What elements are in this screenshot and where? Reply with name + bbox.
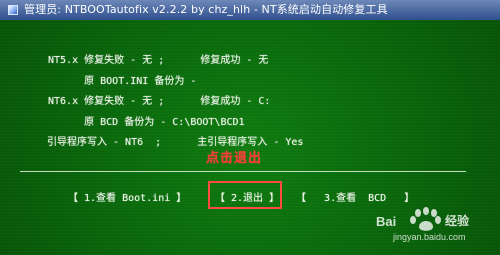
watermark-brand-suffix: 经验 — [445, 213, 470, 228]
watermark-url: jingyan.baidu.com — [393, 232, 466, 242]
ntbootautofix-console-window: NT5.x 修复失败 - 无 ; 修复成功 - 无 原 BOOT.INI 备份为… — [0, 20, 500, 255]
click-exit-annotation: 点击退出 — [206, 151, 263, 166]
menu-separator — [20, 171, 466, 172]
nt6-status-line: NT6.x 修复失败 - 无 ; 修复成功 - C: — [48, 96, 271, 107]
window-title-bar[interactable]: 管理员: NTBOOTautofix v2.2.2 by chz_hlh - N… — [0, 0, 500, 20]
view-boot-ini-button[interactable]: 【 1.查看 Boot.ini 】 — [68, 192, 186, 206]
nt5-status-line: NT5.x 修复失败 - 无 ; 修复成功 - 无 — [48, 55, 269, 66]
screenshot: 管理员: NTBOOTautofix v2.2.2 by chz_hlh - N… — [0, 0, 500, 255]
baidu-paw-icon — [410, 207, 441, 231]
window-title: 管理员: NTBOOTautofix v2.2.2 by chz_hlh - N… — [24, 3, 388, 16]
baidu-jingyan-logo: Bai 经验 — [376, 207, 470, 231]
watermark-brand-text: Bai — [376, 214, 396, 229]
bcd-backup-line: 原 BCD 备份为 - C:\BOOT\BCD1 — [48, 117, 245, 128]
exit-highlight-box — [208, 181, 282, 209]
bootloader-write-line: 引导程序写入 - NT6 ; 主引导程序写入 - Yes — [47, 137, 304, 148]
boot-ini-backup-line: 原 BOOT.INI 备份为 - — [48, 76, 197, 87]
console-app-icon — [8, 5, 18, 15]
baidu-jingyan-watermark: Bai 经验 jingyan.baidu.com — [376, 201, 490, 247]
